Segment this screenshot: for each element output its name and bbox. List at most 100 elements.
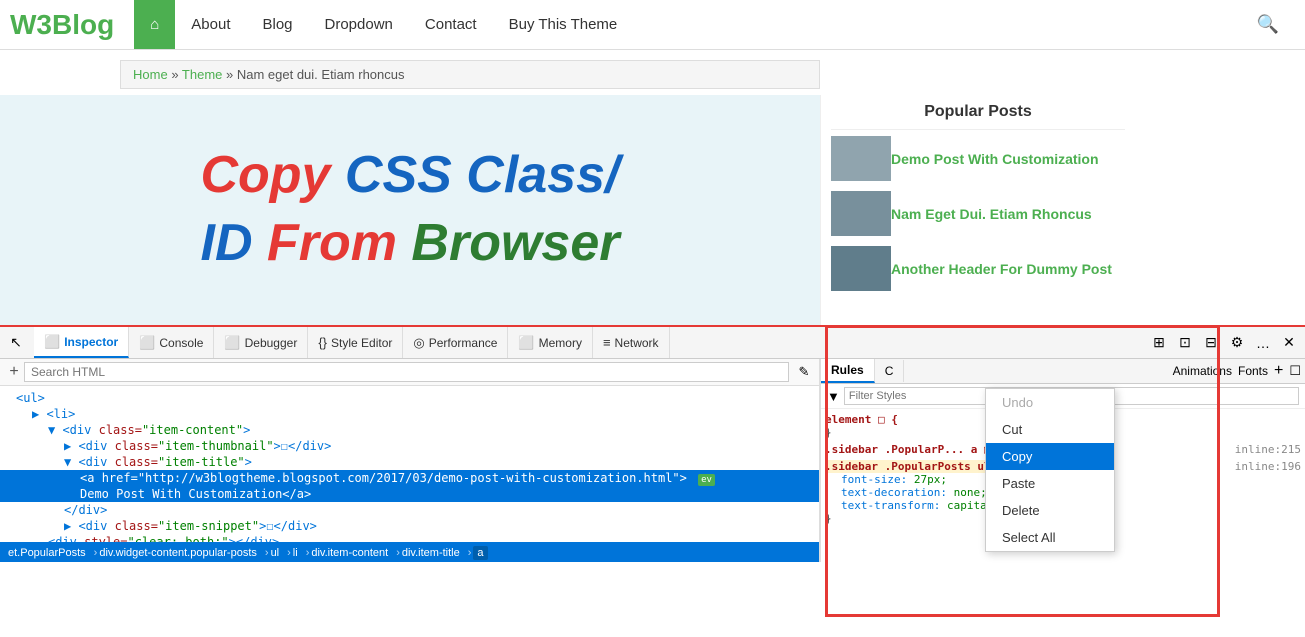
context-menu: Undo Cut Copy Paste Delete Select All: [985, 388, 1115, 552]
breadcrumb-sep2: »: [226, 67, 237, 82]
sidebar: Popular Posts Demo Post With Customizati…: [820, 95, 1135, 325]
tab-network[interactable]: ≡ Network: [593, 327, 670, 358]
hero-class: Class/: [466, 146, 619, 204]
tab-style-editor-label: Style Editor: [331, 336, 392, 350]
devtools-right-icons: ⊞ ⊡ ⊟ ⚙ … ✕: [1147, 331, 1301, 355]
bc-li[interactable]: li: [293, 547, 298, 559]
tree-line-selected-2[interactable]: Demo Post With Customization</a>: [0, 486, 819, 502]
performance-icon: ◎: [413, 335, 424, 351]
devtools-cursor-button[interactable]: ↖: [4, 331, 28, 355]
context-undo[interactable]: Undo: [986, 389, 1114, 416]
network-icon: ≡: [603, 335, 611, 350]
devtools-breadcrumb: et.PopularPosts › div.widget-content.pop…: [0, 542, 819, 562]
console-icon: ⬜: [139, 335, 155, 351]
hero-from: From: [267, 214, 411, 272]
tree-line[interactable]: </div>: [0, 502, 819, 518]
nav-search-button[interactable]: 🔍: [1241, 14, 1295, 35]
bc-sep-5: ›: [396, 547, 400, 559]
tree-line[interactable]: ▼ <div class="item-content">: [0, 422, 819, 438]
tree-line[interactable]: ▶ <div class="item-snippet">☐</div>: [0, 518, 819, 534]
css-prop-text-dec: text-decoration:: [825, 486, 947, 499]
nav-buy-theme[interactable]: Buy This Theme: [493, 0, 634, 49]
html-tree: <ul> ▶ <li> ▼ <div class="item-content">…: [0, 386, 819, 542]
debugger-icon: ⬜: [224, 335, 240, 351]
tab-memory[interactable]: ⬜ Memory: [508, 327, 593, 358]
sidebar-link-2[interactable]: Nam Eget Dui. Etiam Rhoncus: [891, 206, 1092, 222]
context-paste-label: Paste: [1002, 476, 1035, 491]
bc-div-item-content[interactable]: div.item-content: [311, 547, 388, 559]
bc-div-item-title[interactable]: div.item-title: [402, 547, 460, 559]
hero-id: ID: [201, 214, 267, 272]
css-inline-2: inline:215: [1231, 443, 1301, 456]
tree-line[interactable]: <div style="clear: both;"></div>: [0, 534, 819, 542]
top-navigation: W3Blog ⌂ About Blog Dropdown Contact Buy…: [0, 0, 1305, 50]
hero-css: CSS: [345, 146, 466, 204]
home-icon: ⌂: [150, 16, 159, 33]
css-add-button[interactable]: +: [1274, 362, 1283, 380]
close-devtools-button[interactable]: ✕: [1277, 331, 1301, 355]
bc-sep-6: ›: [468, 547, 472, 559]
tree-line[interactable]: ▶ <div class="item-thumbnail">☐</div>: [0, 438, 819, 454]
sidebar-title: Popular Posts: [831, 95, 1125, 130]
sidebar-thumb-1: [831, 136, 891, 181]
context-select-all[interactable]: Select All: [986, 524, 1114, 551]
nav-contact[interactable]: Contact: [409, 0, 493, 49]
html-search-input[interactable]: [24, 362, 789, 382]
css-tab-animations-label[interactable]: Animations: [1173, 364, 1232, 378]
hero-line1: Copy CSS Class/: [200, 142, 619, 210]
add-node-button[interactable]: +: [4, 362, 24, 382]
bc-div-widget[interactable]: div.widget-content.popular-posts: [99, 547, 257, 559]
css-tab-rules[interactable]: Rules: [821, 359, 875, 383]
breadcrumb-theme[interactable]: Theme: [182, 67, 222, 82]
tab-debugger[interactable]: ⬜ Debugger: [214, 327, 308, 358]
context-paste[interactable]: Paste: [986, 470, 1114, 497]
breadcrumb-home[interactable]: Home: [133, 67, 168, 82]
hero-browser: Browser: [411, 214, 619, 272]
tree-line-selected[interactable]: <a href="http://w3blogtheme.blogspot.com…: [0, 470, 819, 486]
css-prop-text-trans: text-transform:: [825, 499, 940, 512]
css-tab-computed[interactable]: C: [875, 360, 905, 382]
hero-title: Copy CSS Class/ ID From Browser: [200, 142, 619, 277]
css-more-button[interactable]: ☐: [1289, 363, 1301, 379]
tab-console[interactable]: ⬜ Console: [129, 327, 214, 358]
tab-inspector[interactable]: ⬜ Inspector: [34, 327, 129, 358]
nav-about[interactable]: About: [175, 0, 246, 49]
html-toolbar: + ✎: [0, 359, 819, 386]
css-tab-fonts-label[interactable]: Fonts: [1238, 364, 1268, 378]
settings-button[interactable]: ⚙: [1225, 331, 1249, 355]
bc-sep-3: ›: [287, 547, 291, 559]
content-area: Copy CSS Class/ ID From Browser Popular …: [0, 95, 1305, 325]
dock-bottom-button[interactable]: ⊡: [1173, 331, 1197, 355]
context-cut-label: Cut: [1002, 422, 1022, 437]
sidebar-link-3[interactable]: Another Header For Dummy Post: [891, 261, 1112, 277]
nav-blog[interactable]: Blog: [246, 0, 308, 49]
css-tab-rules-label: Rules: [831, 363, 864, 377]
nav-dropdown[interactable]: Dropdown: [309, 0, 409, 49]
tab-console-label: Console: [159, 336, 203, 350]
css-val-text-dec: none;: [954, 486, 987, 499]
css-panel-tabs: Rules C Animations Fonts + ☐: [821, 359, 1305, 384]
dock-side-button[interactable]: ⊟: [1199, 331, 1223, 355]
nav-home[interactable]: ⌂: [134, 0, 175, 49]
tree-line[interactable]: ▶ <li>: [0, 406, 819, 422]
ellipsis-button[interactable]: …: [1251, 331, 1275, 355]
tree-line[interactable]: <ul>: [0, 390, 819, 406]
bc-ul[interactable]: ul: [271, 547, 280, 559]
nav-buy-theme-label: Buy This Theme: [509, 16, 618, 33]
context-undo-label: Undo: [1002, 395, 1033, 410]
sidebar-link-1[interactable]: Demo Post With Customization: [891, 151, 1099, 167]
tree-line[interactable]: ▼ <div class="item-title">: [0, 454, 819, 470]
context-copy[interactable]: Copy: [986, 443, 1114, 470]
sidebar-item-2: Nam Eget Dui. Etiam Rhoncus: [831, 191, 1125, 236]
style-editor-icon: {}: [318, 335, 327, 350]
css-prop-font-size: font-size:: [825, 473, 907, 486]
context-cut[interactable]: Cut: [986, 416, 1114, 443]
context-delete[interactable]: Delete: [986, 497, 1114, 524]
html-edit-button[interactable]: ✎: [793, 361, 815, 383]
bc-a[interactable]: a: [473, 546, 487, 560]
tab-performance[interactable]: ◎ Performance: [403, 327, 508, 358]
dock-split-button[interactable]: ⊞: [1147, 331, 1171, 355]
breadcrumb-sep1: »: [171, 67, 182, 82]
bc-et-popular[interactable]: et.PopularPosts: [8, 547, 86, 559]
tab-style-editor[interactable]: {} Style Editor: [308, 327, 403, 358]
